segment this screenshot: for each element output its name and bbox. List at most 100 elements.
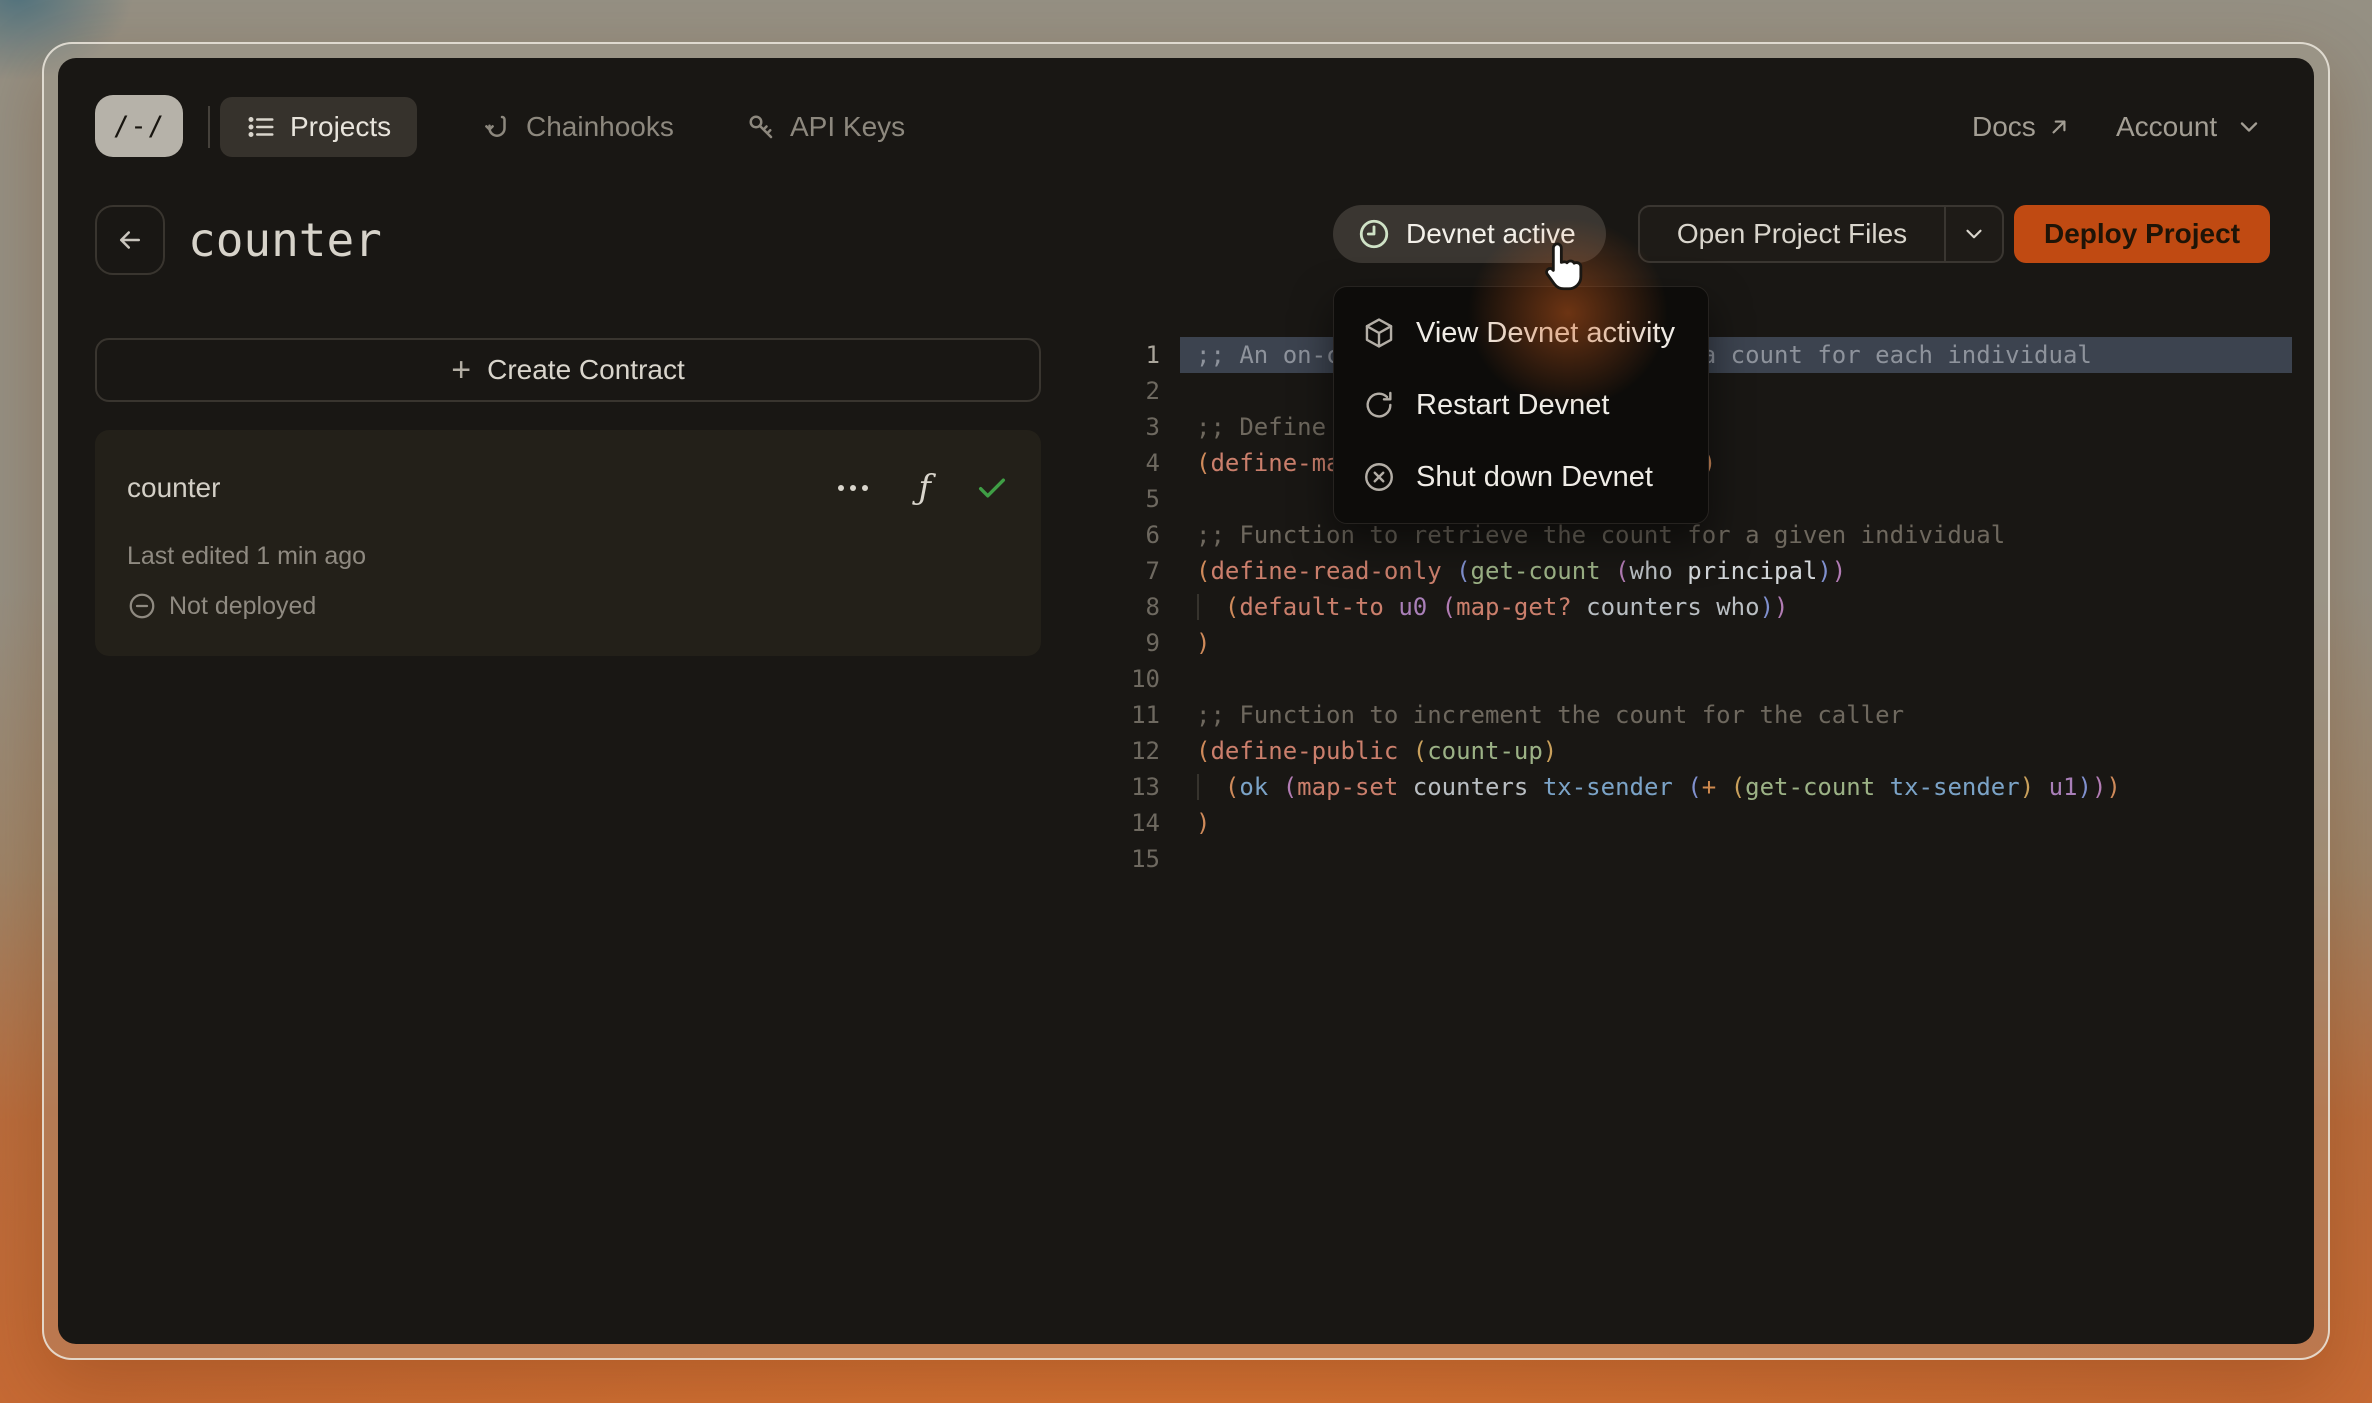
code-line[interactable]: ) — [1180, 625, 2292, 661]
code-token: ( — [1456, 557, 1471, 585]
code-token: tx-sender — [1542, 773, 1673, 801]
line-number: 11 — [1131, 701, 1160, 729]
code-line[interactable] — [1180, 841, 2292, 877]
code-token: map-set — [1297, 773, 1399, 801]
code-line[interactable]: (default-to u0 (map-get? counters who)) — [1180, 589, 2292, 625]
code-token: get-count — [1745, 773, 1876, 801]
code-token: counters who — [1571, 593, 1760, 621]
code-token: count-up — [1427, 737, 1543, 765]
menu-item-restart-devnet[interactable]: Restart Devnet — [1334, 369, 1708, 441]
line-number: 2 — [1145, 377, 1160, 405]
open-project-files-label: Open Project Files — [1676, 218, 1908, 249]
code-line[interactable]: (ok (map-set counters tx-sender (+ (get-… — [1180, 769, 2292, 805]
code-token: ( — [1615, 557, 1630, 585]
chevron-down-icon — [1966, 229, 1982, 239]
code-token: ( — [1196, 557, 1211, 585]
tab-projects-label: Projects — [290, 111, 392, 142]
code-token: get-count — [1470, 557, 1601, 585]
cube-icon — [1365, 318, 1393, 348]
app-window: /-/ Projects Chainhooks API Keys Docs Ac… — [42, 42, 2330, 1360]
code-token: u1 — [2048, 773, 2078, 801]
line-number: 9 — [1145, 629, 1160, 657]
create-contract-button[interactable]: + Create Contract — [95, 338, 1041, 402]
line-number: 4 — [1145, 449, 1160, 477]
code-token: who — [1629, 557, 1688, 585]
devnet-active-button[interactable]: Devnet active — [1333, 205, 1606, 263]
shutdown-icon — [1365, 463, 1393, 491]
hook-icon — [485, 115, 506, 137]
account-menu-button[interactable]: Account — [2116, 97, 2263, 157]
hiro-logo[interactable]: /-/ — [95, 95, 183, 157]
check-icon — [978, 478, 1006, 498]
nav-divider — [208, 106, 210, 148]
code-line[interactable]: ) — [1180, 805, 2292, 841]
app-window-content: /-/ Projects Chainhooks API Keys Docs Ac… — [58, 58, 2314, 1344]
indent-guide — [1197, 774, 1199, 800]
code-token: ( — [1196, 737, 1211, 765]
code-token: ) — [2091, 773, 2107, 801]
list-icon — [248, 117, 274, 137]
line-number: 13 — [1131, 773, 1160, 801]
line-number-gutter: 1 2 3 4 5 6 7 8 9 10 11 12 13 14 15 — [1098, 337, 1160, 877]
code-token: tx-sender — [1889, 773, 2020, 801]
tab-chainhooks[interactable]: Chainhooks — [456, 97, 700, 157]
line-number: 6 — [1145, 521, 1160, 549]
line-number: 5 — [1145, 485, 1160, 513]
plus-icon: + — [451, 351, 472, 389]
code-line[interactable]: ;; Function to increment the count for t… — [1180, 697, 2292, 733]
docs-label: Docs — [1972, 111, 2036, 142]
code-token: ( — [1224, 593, 1240, 621]
code-line[interactable]: (define-public (count-up) — [1180, 733, 2292, 769]
menu-item-shut-down-devnet[interactable]: Shut down Devnet — [1334, 441, 1708, 513]
deploy-project-button[interactable]: Deploy Project — [2014, 205, 2270, 263]
code-token: ) — [1196, 629, 1211, 657]
create-contract-label: Create Contract — [487, 354, 685, 385]
docs-link[interactable]: Docs — [1972, 97, 2072, 157]
code-token: ) — [1759, 593, 1775, 621]
page-title: counter — [188, 213, 382, 267]
code-token: + — [1701, 773, 1717, 801]
contract-card[interactable]: counter ƒ Last edited 1 min ago Not depl… — [95, 430, 1041, 656]
circle-minus-icon — [129, 593, 155, 619]
code-token: ( — [1687, 773, 1702, 801]
code-token: ;; Function to retrieve the count for a … — [1196, 521, 2006, 549]
chevron-down-icon — [2241, 122, 2258, 132]
menu-item-view-devnet-activity[interactable]: View Devnet activity — [1334, 297, 1708, 369]
code-token: counters — [1398, 773, 1543, 801]
line-number: 15 — [1131, 845, 1160, 873]
code-token: ( — [1730, 773, 1746, 801]
code-token: ) — [2019, 773, 2035, 801]
open-project-files-button[interactable]: Open Project Files — [1638, 205, 2004, 263]
code-token: principal — [1687, 557, 1818, 585]
restart-icon — [1366, 391, 1392, 418]
menu-item-label: View Devnet activity — [1416, 316, 1675, 349]
code-token: ( — [1412, 737, 1428, 765]
code-line[interactable] — [1180, 661, 2292, 697]
code-token: ( — [1224, 773, 1240, 801]
tab-api-keys[interactable]: API Keys — [720, 97, 931, 157]
tab-projects[interactable]: Projects — [220, 97, 418, 157]
open-project-files-dropdown-toggle[interactable] — [1944, 207, 2002, 261]
back-button[interactable] — [95, 205, 165, 275]
key-icon — [749, 115, 773, 139]
code-line[interactable]: (define-read-only (get-count (who princi… — [1180, 553, 2292, 589]
code-token: ) — [2077, 773, 2092, 801]
line-number: 3 — [1145, 413, 1160, 441]
code-token: ;; Function to increment the count for t… — [1196, 701, 1905, 729]
tab-api-keys-label: API Keys — [790, 111, 906, 142]
last-edited-text: Last edited 1 min ago — [127, 542, 367, 570]
devnet-active-label: Devnet active — [1406, 218, 1576, 249]
function-icon[interactable]: ƒ — [918, 468, 931, 508]
more-options-button[interactable] — [832, 479, 874, 497]
external-link-icon — [2052, 120, 2066, 134]
